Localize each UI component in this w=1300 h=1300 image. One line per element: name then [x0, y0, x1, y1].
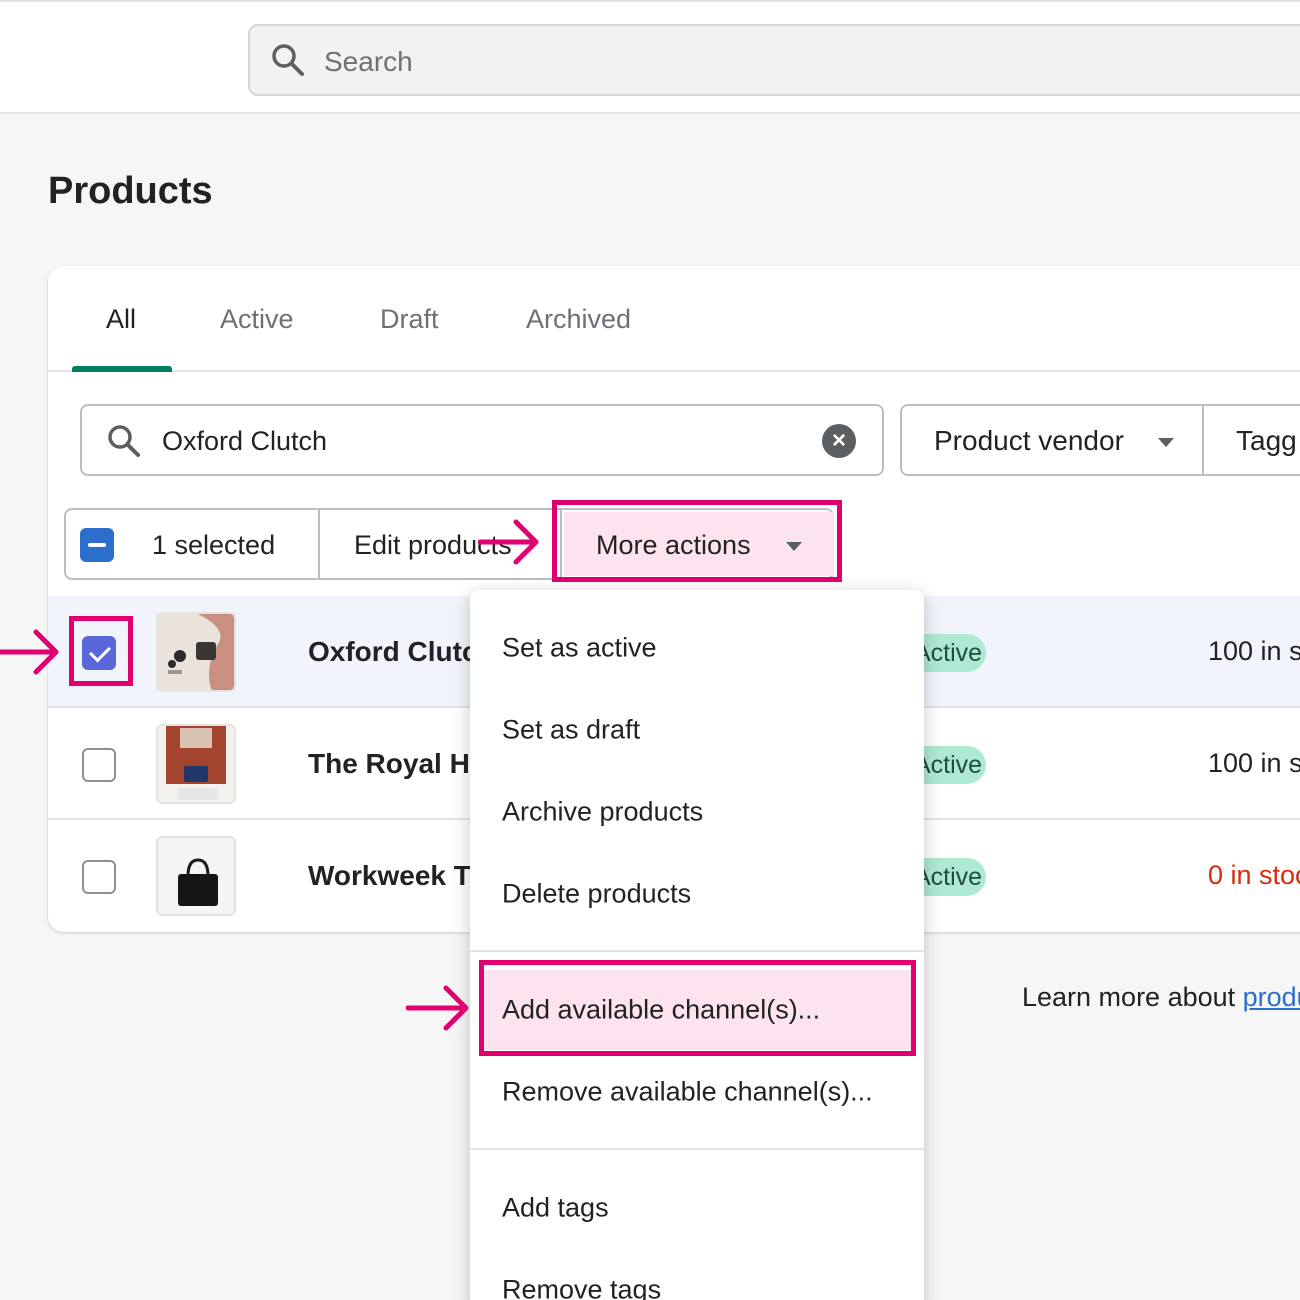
chevron-down-icon — [1158, 438, 1174, 447]
tab-archived[interactable]: Archived — [526, 304, 631, 335]
product-search-value: Oxford Clutch — [162, 426, 328, 456]
menu-item-remove-channels[interactable]: Remove available channel(s)... — [470, 1052, 924, 1132]
menu-item-label: Set as draft — [502, 714, 641, 745]
menu-item-label: Delete products — [502, 878, 692, 909]
bulk-divider — [318, 510, 320, 578]
tab-bar: All Active Draft Archived — [48, 266, 1300, 372]
menu-item-archive-products[interactable]: Archive products — [470, 772, 924, 852]
product-search-input[interactable]: Oxford Clutch × — [80, 404, 884, 476]
menu-item-label: Remove tags — [502, 1274, 662, 1300]
menu-divider — [470, 1148, 924, 1150]
menu-item-label: Archive products — [502, 796, 704, 827]
annotation-highlight-more-actions — [552, 500, 842, 582]
arrow-right-icon — [406, 985, 469, 1031]
menu-item-delete-products[interactable]: Delete products — [470, 854, 924, 934]
menu-item-label: Remove available channel(s)... — [502, 1076, 873, 1107]
menu-item-add-tags[interactable]: Add tags — [470, 1168, 924, 1248]
product-vendor-filter[interactable]: Product vendor — [900, 404, 1204, 476]
menu-item-label: Add tags — [502, 1192, 609, 1223]
annotation-highlight-checkbox — [69, 616, 133, 686]
menu-item-set-active[interactable]: Set as active — [470, 608, 924, 688]
tab-draft[interactable]: Draft — [380, 304, 439, 335]
global-search-input[interactable]: Search — [248, 24, 1300, 96]
product-title[interactable]: Oxford Clutch — [308, 636, 495, 668]
product-thumbnail — [156, 836, 236, 916]
tagged-with-filter[interactable]: Tagg — [1202, 404, 1300, 476]
inventory-count: 100 in stock — [1208, 636, 1300, 666]
tab-all[interactable]: All — [106, 304, 136, 335]
search-icon — [108, 425, 140, 457]
learn-more-link[interactable]: products — [1243, 982, 1300, 1012]
annotation-highlight-add-channels — [479, 960, 916, 1056]
product-title[interactable]: Workweek T — [308, 860, 471, 892]
tab-selected-indicator — [72, 366, 172, 372]
top-bar: Search — [0, 0, 1300, 114]
tagged-with-label: Tagg — [1236, 425, 1297, 456]
menu-item-remove-tags[interactable]: Remove tags — [470, 1250, 924, 1300]
inventory-count: 100 in stock — [1208, 748, 1300, 778]
selected-count: 1 selected — [152, 530, 276, 560]
learn-more-label: Learn more about — [1022, 982, 1243, 1012]
search-icon — [272, 44, 304, 76]
product-vendor-label: Product vendor — [934, 425, 1124, 456]
arrow-right-icon — [0, 629, 59, 675]
tab-active[interactable]: Active — [220, 304, 294, 335]
clear-icon[interactable]: × — [822, 424, 856, 458]
page-title: Products — [48, 170, 213, 212]
product-thumbnail — [156, 724, 236, 804]
more-actions-menu: Set as active Set as draft Archive produ… — [470, 590, 924, 1300]
inventory-count: 0 in stock — [1208, 860, 1300, 890]
search-placeholder: Search — [324, 46, 413, 77]
row-checkbox[interactable] — [82, 860, 116, 894]
learn-more-text: Learn more about products — [1022, 982, 1300, 1013]
row-checkbox[interactable] — [82, 748, 116, 782]
arrow-right-icon — [478, 519, 539, 565]
menu-item-label: Set as active — [502, 632, 657, 663]
menu-item-set-draft[interactable]: Set as draft — [470, 690, 924, 770]
product-thumbnail — [156, 612, 236, 692]
product-title[interactable]: The Royal Ha — [308, 748, 485, 780]
bulk-select-checkbox[interactable] — [80, 528, 114, 562]
menu-divider — [470, 950, 924, 952]
